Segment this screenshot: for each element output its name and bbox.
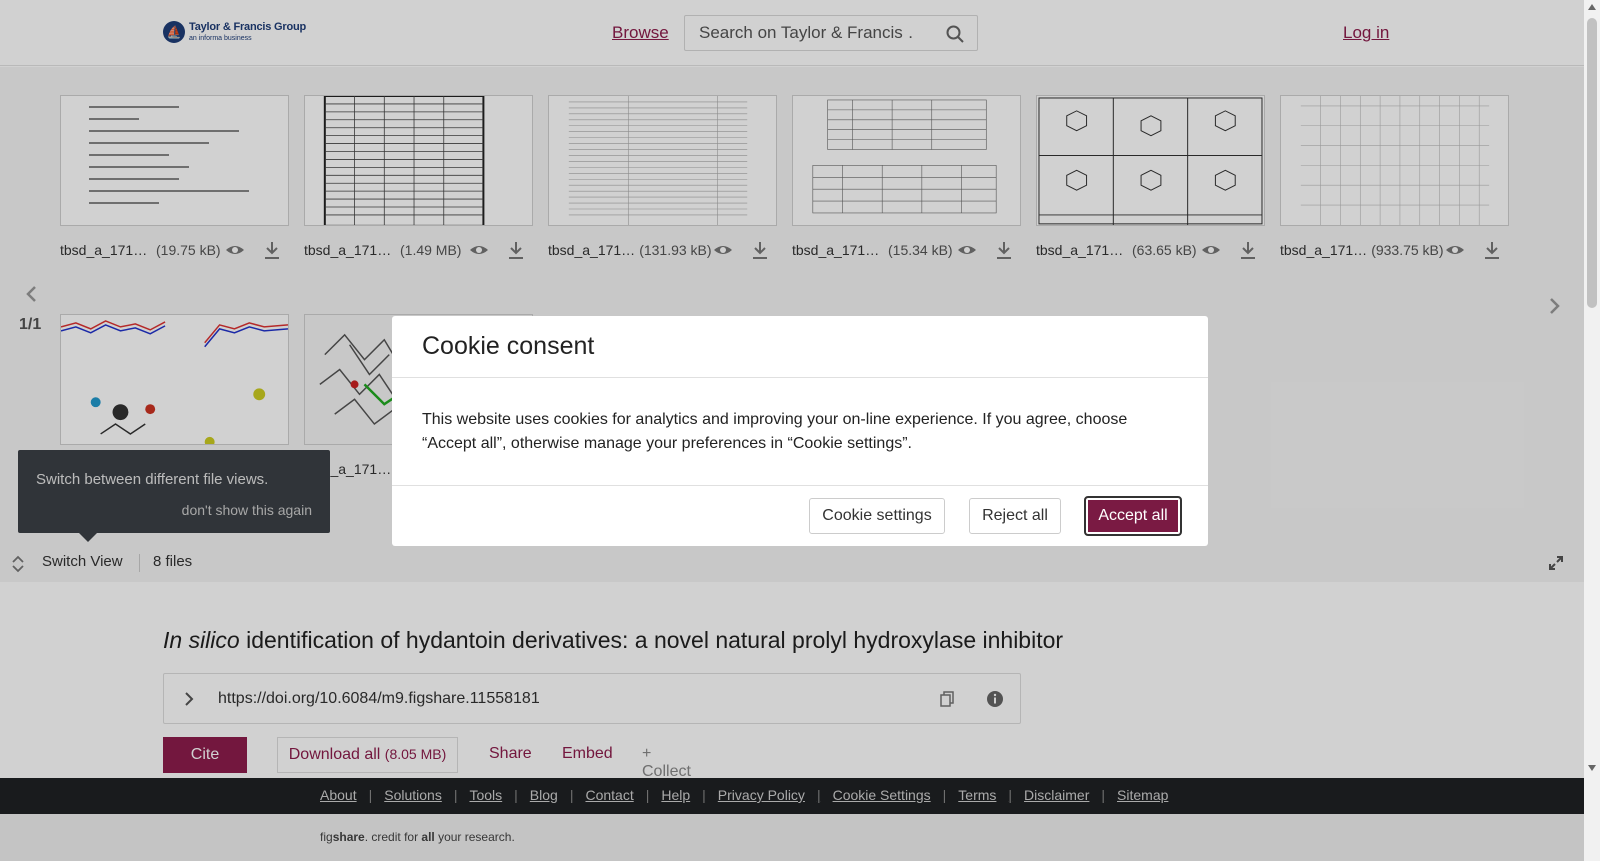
modal-title: Cookie consent [422,332,595,360]
modal-body: This website uses cookies for analytics … [422,411,1128,452]
scroll-thumb[interactable] [1587,18,1597,308]
cookie-settings-button[interactable]: Cookie settings [809,498,945,534]
modal-divider [392,485,1208,486]
scroll-up-arrow-icon[interactable] [1588,4,1596,10]
accept-all-button[interactable]: Accept all [1084,496,1182,536]
modal-divider [392,377,1208,378]
reject-all-button[interactable]: Reject all [969,498,1061,534]
page-scrollbar[interactable] [1584,0,1600,861]
cookie-consent-modal: Cookie consent This website uses cookies… [392,316,1208,546]
scroll-down-arrow-icon[interactable] [1588,765,1596,771]
